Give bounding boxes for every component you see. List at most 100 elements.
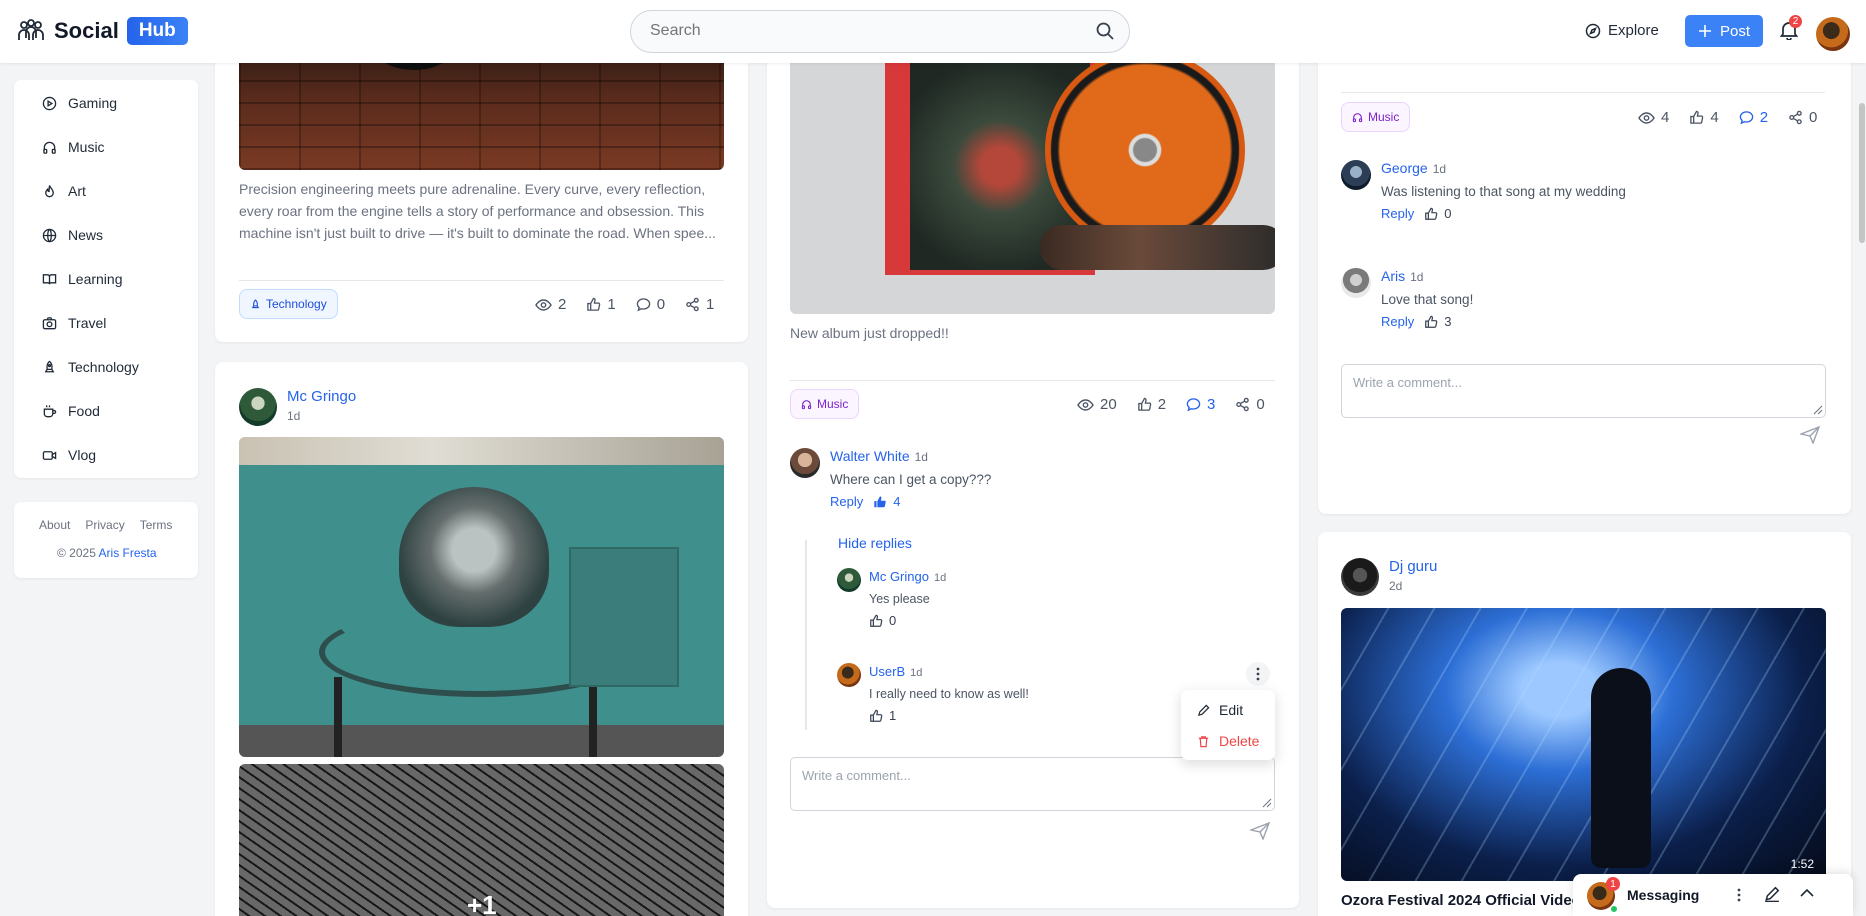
search-input[interactable] <box>650 22 1070 40</box>
post-image-more[interactable]: +1 <box>239 764 724 916</box>
comment-placeholder: Write a comment... <box>1353 375 1462 390</box>
terms-link[interactable]: Terms <box>140 518 173 532</box>
sidebar-item-label: Travel <box>68 315 107 331</box>
post-author[interactable]: Mc Gringo 1d <box>239 388 356 426</box>
comment-time: 1d <box>1432 162 1447 176</box>
sidebar-item-food[interactable]: Food <box>42 403 100 419</box>
bollard-shape <box>589 687 597 757</box>
like-button[interactable]: 2 <box>1137 396 1166 413</box>
reply-button[interactable]: Reply <box>830 494 863 509</box>
edit-menu-item[interactable]: Edit <box>1197 702 1243 718</box>
brand-logo-link[interactable]: Social Hub <box>16 16 188 46</box>
tag-technology[interactable]: Technology <box>239 289 338 319</box>
sidebar-item-music[interactable]: Music <box>42 139 105 155</box>
replier-name[interactable]: UserB <box>869 664 905 679</box>
scrollbar-thumb[interactable] <box>1859 103 1865 243</box>
search-icon[interactable] <box>1095 21 1115 41</box>
community-icon <box>18 19 44 40</box>
share-button[interactable]: 1 <box>685 296 714 313</box>
about-link[interactable]: About <box>39 518 70 532</box>
hide-replies-button[interactable]: Hide replies <box>838 535 912 551</box>
comment-like-button[interactable]: 3 <box>1424 314 1451 329</box>
sidebar-item-gaming[interactable]: Gaming <box>42 95 117 111</box>
tag-music[interactable]: Music <box>1341 102 1411 132</box>
comment-time: 1d <box>914 450 928 464</box>
more-images-count[interactable]: +1 <box>467 890 497 916</box>
post-image-album[interactable] <box>790 40 1275 314</box>
sidebar-item-vlog[interactable]: Vlog <box>42 447 96 463</box>
share-button[interactable]: 0 <box>1788 109 1817 126</box>
reply-button[interactable]: Reply <box>1381 206 1414 221</box>
comment-button[interactable]: 0 <box>636 296 665 313</box>
page-scrollbar[interactable] <box>1858 63 1866 916</box>
comment-button[interactable]: 3 <box>1186 396 1215 413</box>
arm-shape <box>1040 225 1275 270</box>
comment-text: Where can I get a copy??? <box>830 472 992 487</box>
search-bar[interactable] <box>630 10 1130 53</box>
like-button[interactable]: 4 <box>1689 109 1719 126</box>
post-video[interactable]: 1:52 <box>1341 608 1826 881</box>
comment-input[interactable]: Write a comment... <box>790 757 1275 811</box>
author-link[interactable]: Aris Fresta <box>99 546 157 560</box>
author-name[interactable]: Dj guru <box>1389 558 1437 575</box>
sidebar-item-news[interactable]: News <box>42 227 103 243</box>
author-avatar[interactable] <box>239 388 277 426</box>
reply-like-button[interactable]: 0 <box>869 613 896 628</box>
comments-count: 0 <box>656 296 666 313</box>
resize-handle-icon[interactable] <box>1262 798 1272 808</box>
dancer-silhouette-shape <box>1591 668 1651 868</box>
chevron-up-icon[interactable] <box>1800 888 1814 898</box>
reply-options-button[interactable] <box>1246 662 1270 686</box>
gaming-icon <box>42 96 57 110</box>
replier-avatar[interactable] <box>837 568 861 592</box>
sidebar-item-learning[interactable]: Learning <box>42 271 123 287</box>
send-icon[interactable] <box>1800 426 1820 444</box>
more-vertical-icon[interactable] <box>1737 888 1741 902</box>
comment-button[interactable]: 2 <box>1739 109 1768 126</box>
sidebar-item-art[interactable]: Art <box>42 183 86 199</box>
commenter-avatar[interactable] <box>1341 160 1371 190</box>
compose-icon[interactable] <box>1764 886 1780 902</box>
commenter-name[interactable]: Aris <box>1381 268 1405 284</box>
post-image-mural[interactable] <box>239 437 724 757</box>
post-author[interactable]: Dj guru 2d <box>1341 558 1437 596</box>
reply-button[interactable]: Reply <box>1381 314 1414 329</box>
video-title[interactable]: Ozora Festival 2024 Official Video <box>1341 892 1581 909</box>
send-icon[interactable] <box>1250 822 1270 840</box>
comment-input[interactable]: Write a comment... <box>1341 364 1826 418</box>
comment-item: Aris 1d Love that song! Reply 3 <box>1341 268 1473 329</box>
share-button[interactable]: 0 <box>1235 396 1265 413</box>
resize-handle-icon[interactable] <box>1813 405 1823 415</box>
privacy-link[interactable]: Privacy <box>85 518 124 532</box>
sidebar-item-technology[interactable]: Technology <box>42 359 139 375</box>
author-avatar[interactable] <box>1341 558 1379 596</box>
sidebar-item-label: Technology <box>68 359 139 375</box>
new-post-button[interactable]: Post <box>1685 15 1763 47</box>
like-button[interactable]: 1 <box>586 296 616 313</box>
sidebar-item-travel[interactable]: Travel <box>42 315 106 331</box>
replier-avatar[interactable] <box>837 663 861 687</box>
author-name[interactable]: Mc Gringo <box>287 388 356 405</box>
reply-like-button[interactable]: 1 <box>869 708 896 723</box>
reply-time: 1d <box>933 572 947 584</box>
explore-link[interactable]: Explore <box>1585 22 1659 39</box>
post-text: New album just dropped!! <box>790 325 949 341</box>
tag-music[interactable]: Music <box>790 389 860 419</box>
replier-name[interactable]: Mc Gringo <box>869 569 929 584</box>
cup-icon <box>43 404 57 417</box>
commenter-name[interactable]: Walter White <box>830 448 910 464</box>
comment-like-button[interactable]: 0 <box>1424 206 1451 221</box>
sidebar-footer: About Privacy Terms © 2025 Aris Fresta <box>14 502 198 578</box>
post-stats: 20 2 3 0 <box>1077 396 1265 413</box>
plus-icon <box>1698 25 1711 37</box>
commenter-avatar[interactable] <box>790 448 820 478</box>
commenter-name[interactable]: George <box>1381 160 1428 176</box>
user-avatar[interactable] <box>1816 17 1850 51</box>
delete-menu-item[interactable]: Delete <box>1197 733 1259 749</box>
eye-icon <box>535 298 552 311</box>
bollard-shape <box>334 677 342 757</box>
commenter-avatar[interactable] <box>1341 268 1371 298</box>
messaging-panel[interactable]: 1 Messaging <box>1573 874 1853 916</box>
thread-line <box>805 540 807 730</box>
comment-like-button[interactable]: 4 <box>873 494 900 509</box>
